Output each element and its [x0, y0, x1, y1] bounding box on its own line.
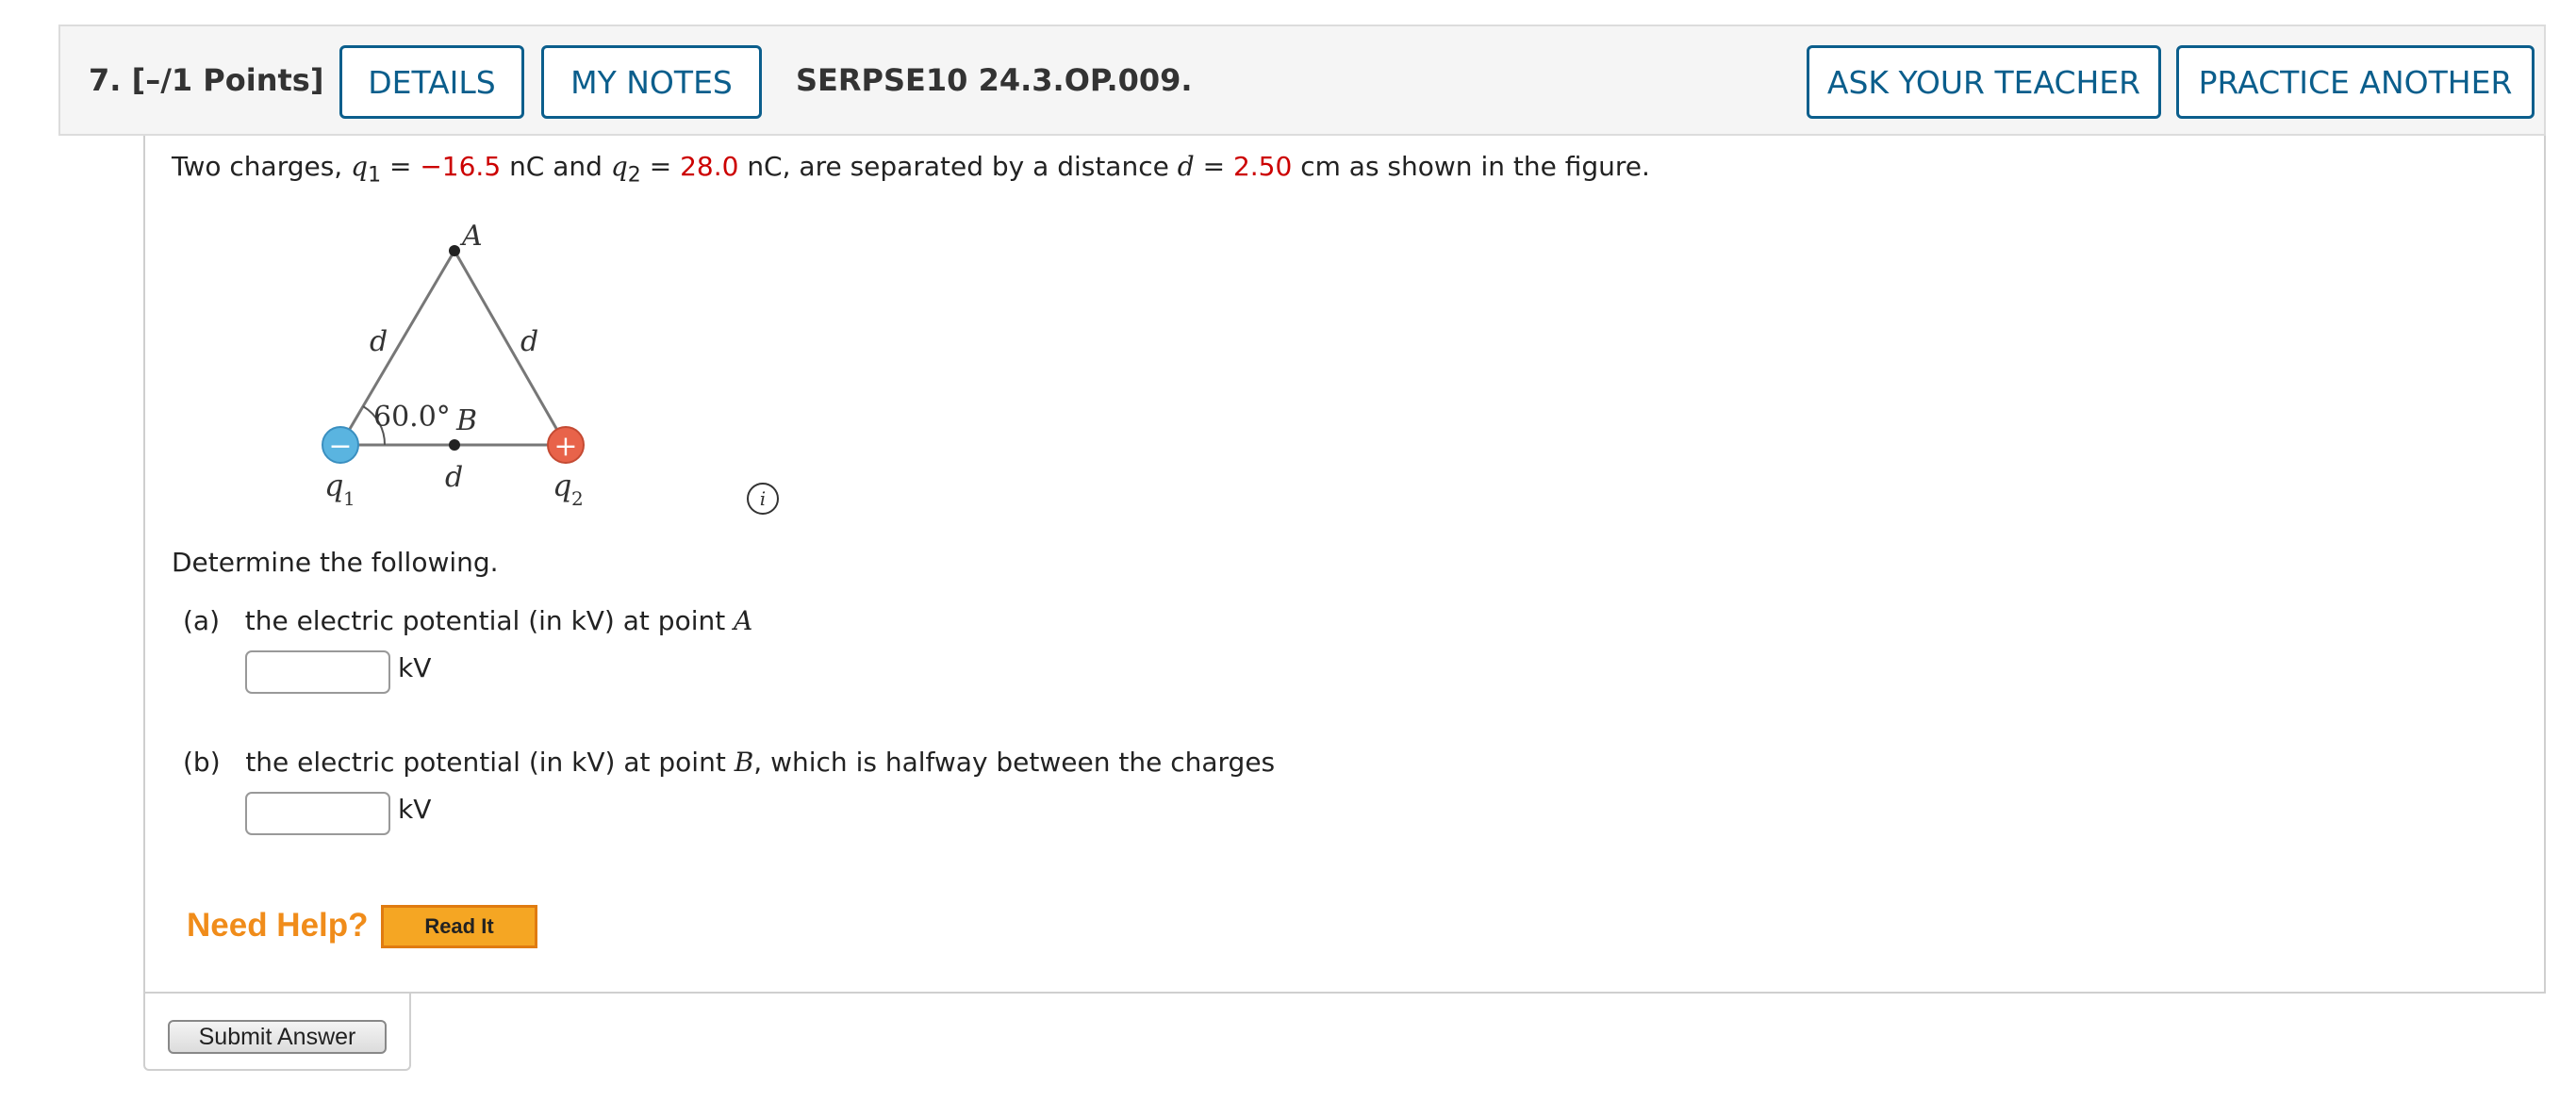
- triangle-figure: − + A B d d d 60.0° q 1 q 2: [322, 220, 585, 510]
- part-a-unit: kV: [398, 652, 432, 683]
- point-a-dot: [449, 245, 460, 256]
- part-b-point: B: [734, 747, 754, 778]
- minus-sign: −: [328, 430, 352, 463]
- part-b-prompt: (b) the electric potential (in kV) at po…: [183, 747, 1275, 778]
- separation-text: nC, are separated by a distance: [747, 151, 1169, 182]
- problem-code: SERPSE10 24.3.OP.009.: [796, 62, 1193, 98]
- side-d-right-label: d: [520, 325, 538, 358]
- part-a-answer-input[interactable]: [245, 650, 390, 694]
- equals-sign: =: [649, 151, 672, 182]
- q1-symbol: q: [351, 151, 369, 182]
- q1-subscript: 1: [368, 163, 382, 188]
- part-b-text-post: , which is halfway between the charges: [753, 747, 1276, 778]
- read-it-label: Read It: [424, 914, 494, 938]
- intro-text: Two charges,: [172, 151, 343, 182]
- q2-value: 28.0: [680, 151, 739, 182]
- info-icon[interactable]: i: [747, 483, 779, 515]
- submit-answer-button[interactable]: Submit Answer: [168, 1020, 387, 1054]
- q1-figure-subscript: 1: [343, 487, 355, 510]
- my-notes-button[interactable]: MY NOTES: [541, 45, 762, 119]
- q2-figure-subscript: 2: [571, 487, 584, 510]
- part-b-text: the electric potential (in kV) at point: [245, 747, 726, 778]
- question-title: 7. [–/1 Points]: [89, 62, 323, 98]
- angle-label: 60.0°: [373, 401, 451, 434]
- part-a-text: the electric potential (in kV) at point: [244, 605, 726, 636]
- need-help-label: Need Help?: [187, 907, 369, 944]
- part-b-answer-input[interactable]: [245, 792, 390, 835]
- question-number: 7.: [89, 62, 122, 98]
- q1-value: −16.5: [420, 151, 502, 182]
- q1-figure-label: q: [324, 468, 343, 503]
- equals-sign: =: [388, 151, 412, 182]
- side-d-left-label: d: [370, 325, 388, 358]
- part-a-label: (a): [183, 605, 221, 636]
- details-button[interactable]: DETAILS: [339, 45, 524, 119]
- part-b-unit: kV: [398, 794, 432, 825]
- q2-symbol: q: [610, 151, 628, 182]
- practice-another-button[interactable]: PRACTICE ANOTHER: [2176, 45, 2535, 119]
- point-a-label: A: [459, 220, 483, 253]
- plus-sign: +: [553, 430, 577, 463]
- point-b-dot: [449, 439, 460, 451]
- part-b-label: (b): [183, 747, 221, 778]
- part-a-point: A: [734, 605, 753, 636]
- q2-figure-label: q: [553, 468, 571, 503]
- read-it-button[interactable]: Read It: [381, 905, 537, 948]
- instructions-text: Determine the following.: [172, 547, 499, 578]
- q2-subscript: 2: [627, 163, 641, 188]
- unit-text: nC and: [509, 151, 603, 182]
- point-b-label: B: [455, 404, 477, 437]
- tail-text: cm as shown in the figure.: [1300, 151, 1650, 182]
- base-d-label: d: [445, 461, 463, 494]
- d-symbol: d: [1177, 151, 1195, 182]
- d-value: 2.50: [1232, 151, 1293, 182]
- part-a-prompt: (a) the electric potential (in kV) at po…: [183, 605, 752, 636]
- points-label: [–/1 Points]: [131, 62, 324, 98]
- question-header: 7. [–/1 Points] DETAILS MY NOTES SERPSE1…: [58, 25, 2546, 136]
- equals-sign: =: [1202, 151, 1226, 182]
- problem-statement: Two charges, q1 = −16.5 nC and q2 = 28.0…: [172, 151, 1650, 188]
- ask-teacher-button[interactable]: ASK YOUR TEACHER: [1807, 45, 2161, 119]
